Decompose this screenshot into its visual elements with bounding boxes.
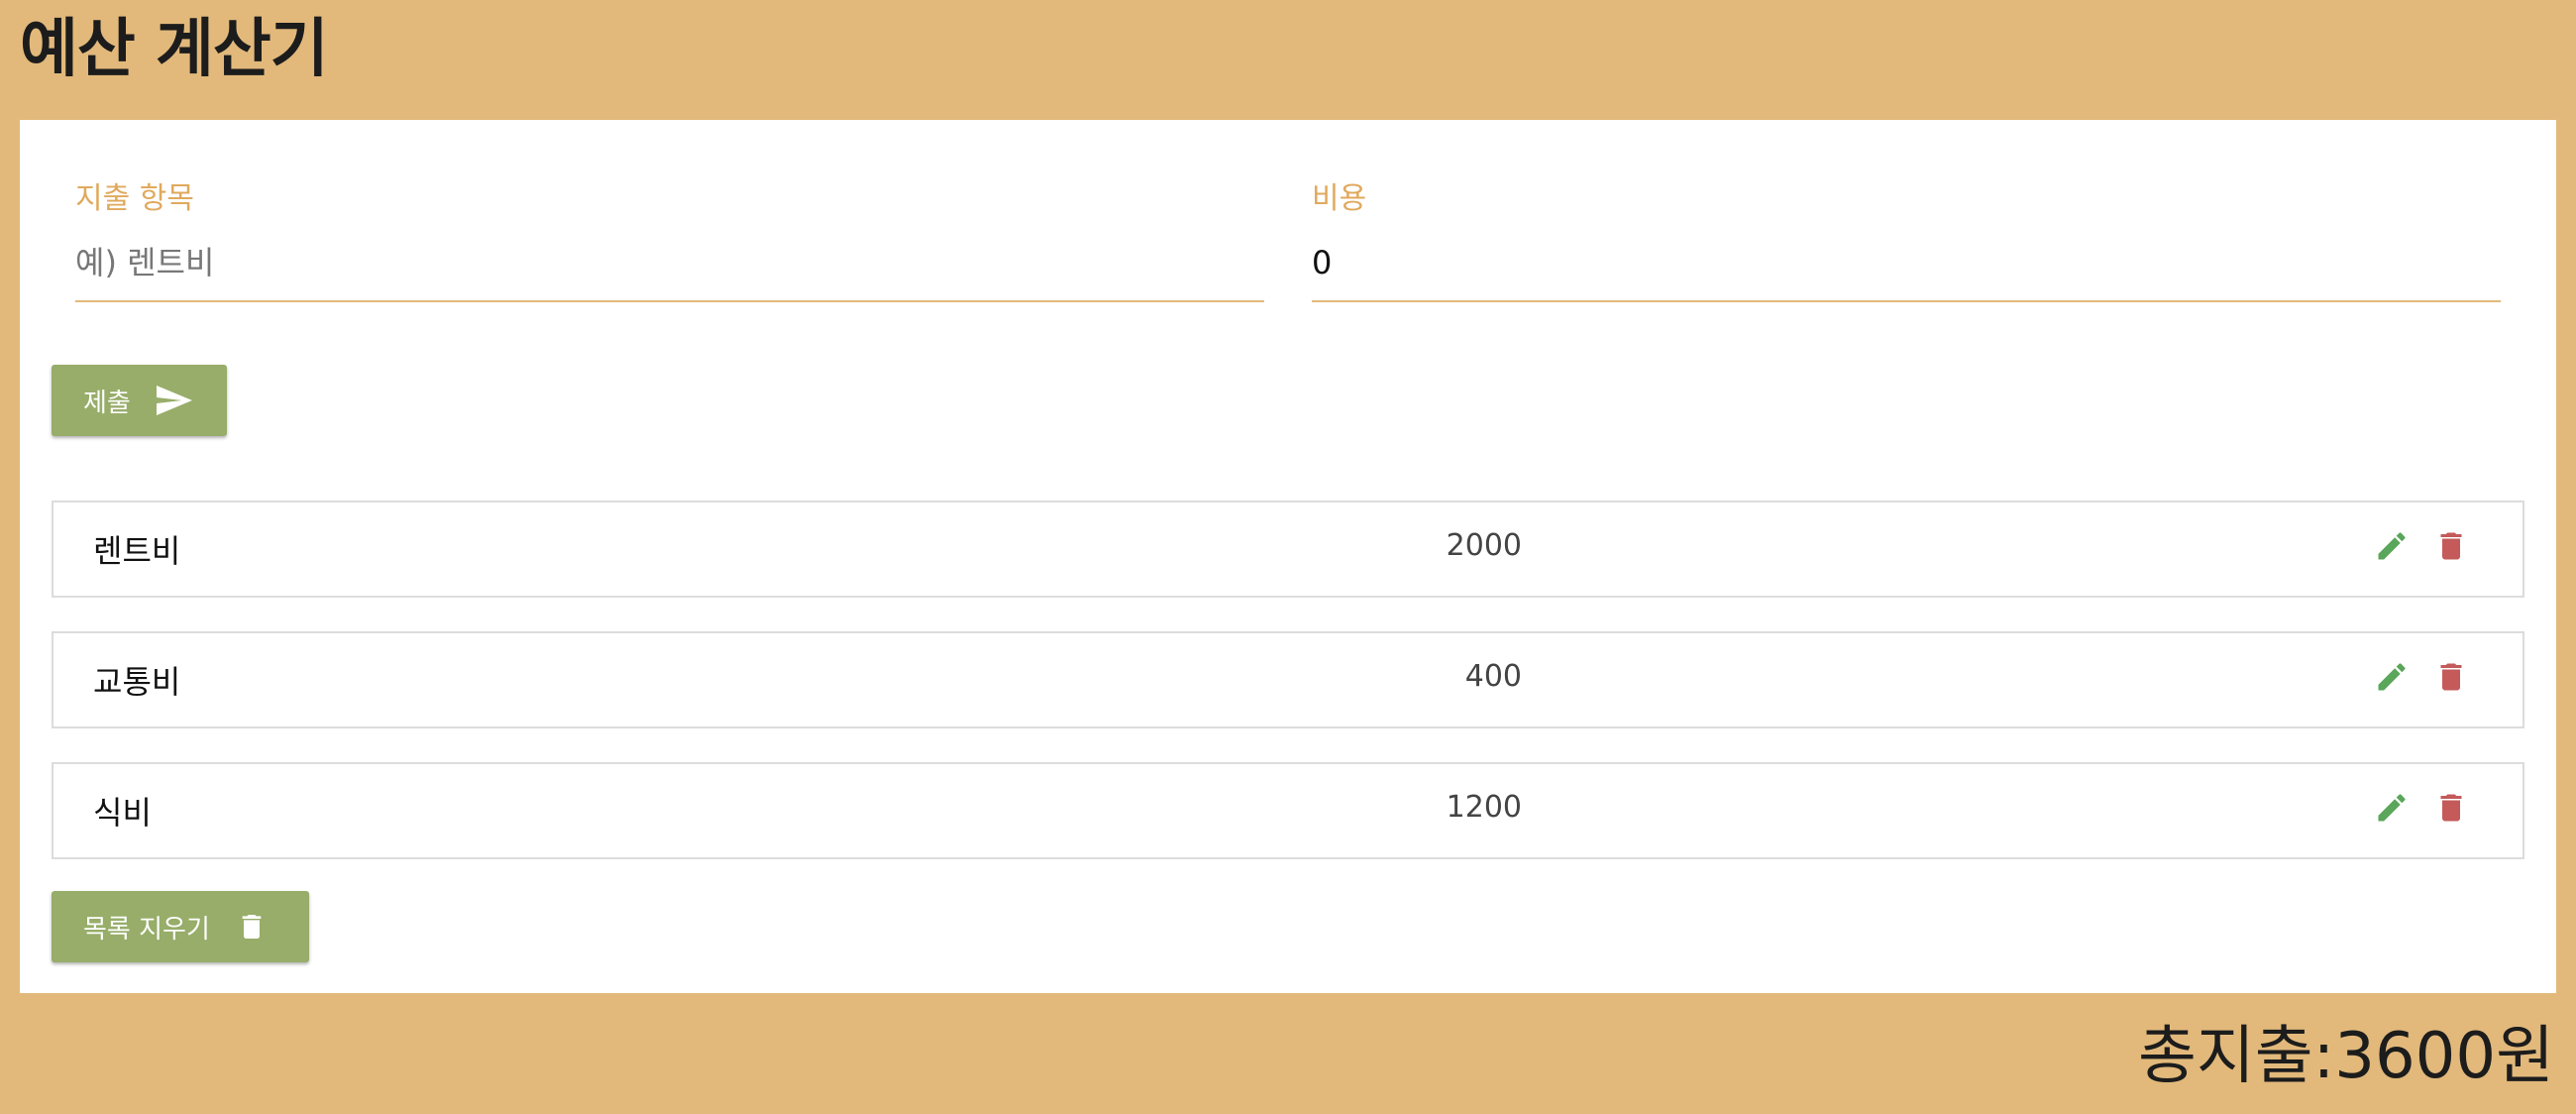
pencil-icon[interactable] bbox=[2374, 790, 2410, 826]
submit-button-label: 제출 bbox=[83, 388, 131, 418]
clear-list-button[interactable]: 목록 지우기 bbox=[52, 891, 309, 962]
submit-button[interactable]: 제출 bbox=[52, 365, 227, 436]
row-actions bbox=[2374, 659, 2469, 695]
expense-row: 교통비 400 bbox=[52, 631, 2524, 728]
expense-name: 식비 bbox=[93, 794, 152, 832]
expense-row: 식비 1200 bbox=[52, 762, 2524, 859]
expense-name: 렌트비 bbox=[93, 532, 181, 570]
row-actions bbox=[2374, 528, 2469, 564]
pencil-icon[interactable] bbox=[2374, 659, 2410, 695]
trash-icon[interactable] bbox=[2433, 659, 2469, 695]
pencil-icon[interactable] bbox=[2374, 528, 2410, 564]
expense-name-field: 지출 항목 bbox=[75, 177, 1264, 302]
expense-name-label: 지출 항목 bbox=[75, 181, 194, 216]
expense-amount: 400 bbox=[1464, 659, 1522, 694]
row-actions bbox=[2374, 790, 2469, 826]
trash-icon[interactable] bbox=[2433, 528, 2469, 564]
total-expense: 총지출:3600원 bbox=[2138, 1020, 2554, 1093]
expense-amount: 2000 bbox=[1446, 528, 1522, 563]
expense-cost-field: 비용 bbox=[1312, 177, 2501, 302]
expense-name: 교통비 bbox=[93, 663, 181, 701]
expense-cost-label: 비용 bbox=[1312, 181, 1367, 216]
expense-cost-input[interactable] bbox=[1312, 225, 2501, 302]
expense-row: 렌트비 2000 bbox=[52, 501, 2524, 598]
expense-amount: 1200 bbox=[1446, 790, 1522, 825]
page-title: 예산 계산기 bbox=[20, 13, 329, 86]
trash-icon bbox=[236, 910, 268, 944]
budget-card: 지출 항목 비용 제출 렌트비 2000 교통비 400 bbox=[20, 120, 2556, 993]
clear-list-label: 목록 지우기 bbox=[83, 914, 210, 945]
send-icon bbox=[156, 386, 192, 415]
expense-name-input[interactable] bbox=[75, 225, 1264, 302]
trash-icon[interactable] bbox=[2433, 790, 2469, 826]
